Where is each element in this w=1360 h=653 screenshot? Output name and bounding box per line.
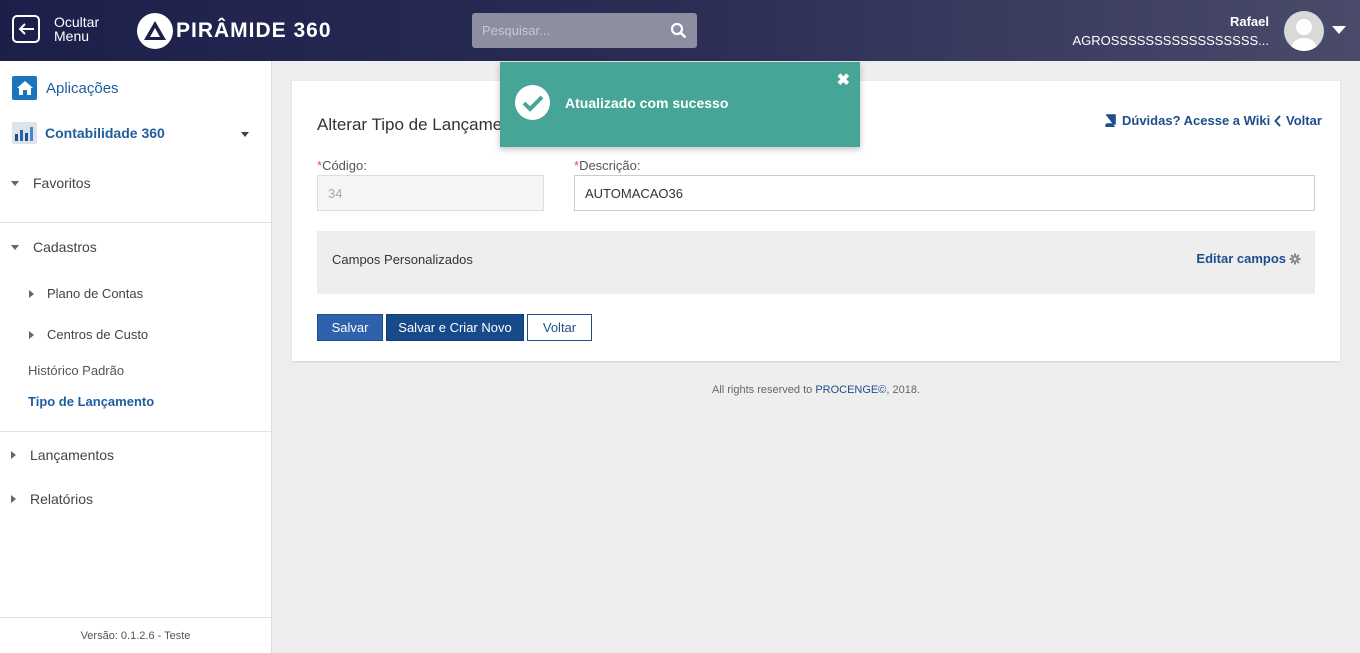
toast-message: Atualizado com sucesso <box>565 95 729 111</box>
version-label: Versão: 0.1.2.6 - Teste <box>0 617 271 653</box>
hide-menu-label: Ocultar Menu <box>54 14 100 44</box>
user-info[interactable]: Rafael AGROSSSSSSSSSSSSSSSSS... <box>1072 14 1269 48</box>
check-icon <box>515 85 550 120</box>
divider <box>0 431 271 432</box>
top-bar: Ocultar Menu PIRÂMIDE 360 Rafael AGROSSS… <box>0 0 1360 61</box>
caret-right-icon <box>29 289 34 298</box>
sidebar-item-lancamentos[interactable]: Lançamentos <box>11 447 114 463</box>
code-label-text: Código: <box>322 158 367 173</box>
code-field-label: *Código: <box>317 158 367 173</box>
save-button[interactable]: Salvar <box>317 314 383 341</box>
module-selector[interactable]: Contabilidade 360 <box>12 122 257 144</box>
edit-fields-link[interactable]: Editar campos <box>1196 251 1301 266</box>
footer-text: All rights reserved to <box>711 384 816 396</box>
footer: All rights reserved to PROCENGE©, 2018. <box>292 384 1340 396</box>
caret-right-icon <box>29 330 34 339</box>
caret-down-icon <box>11 180 19 186</box>
home-icon <box>12 76 37 100</box>
hide-menu-button[interactable]: Ocultar Menu <box>12 15 114 43</box>
custom-fields-panel: Campos Personalizados Editar campos <box>317 231 1315 294</box>
user-organization: AGROSSSSSSSSSSSSSSSSS... <box>1072 33 1269 48</box>
footer-brand-link[interactable]: PROCENGE© <box>815 384 886 396</box>
sidebar-item-plano-de-contas[interactable]: Plano de Contas <box>29 286 143 301</box>
sidebar-item-label: Plano de Contas <box>47 286 144 301</box>
sidebar-item-label: Cadastros <box>33 239 97 255</box>
page-title: Alterar Tipo de Lançamento <box>317 115 526 134</box>
pyramid-logo-icon <box>137 13 173 49</box>
brand-logo[interactable]: PIRÂMIDE 360 <box>137 13 332 49</box>
avatar[interactable] <box>1284 11 1324 51</box>
search-box <box>472 13 697 48</box>
gear-icon <box>1289 253 1301 264</box>
sidebar: Aplicações Contabilidade 360 Favoritos C… <box>0 61 272 653</box>
sidebar-item-label: Relatórios <box>30 491 94 507</box>
back-link[interactable]: Voltar <box>1274 113 1322 128</box>
search-icon[interactable] <box>670 22 687 39</box>
footer-year: , 2018. <box>886 384 921 396</box>
sidebar-item-label: Centros de Custo <box>47 327 149 342</box>
caret-right-icon <box>11 451 16 459</box>
sidebar-item-relatorios[interactable]: Relatórios <box>11 491 93 507</box>
chevron-down-icon <box>241 132 249 137</box>
description-field-label: *Descrição: <box>574 158 640 173</box>
chevron-left-icon <box>1274 114 1281 127</box>
user-name: Rafael <box>1229 14 1269 29</box>
wiki-link[interactable]: Dúvidas? Acesse a Wiki <box>1104 113 1270 128</box>
brand-name: PIRÂMIDE 360 <box>176 19 332 42</box>
accounting-module-icon <box>12 122 37 144</box>
success-toast: Atualizado com sucesso ✖ <box>500 62 860 147</box>
edit-fields-label: Editar campos <box>1196 251 1286 266</box>
sidebar-item-cadastros[interactable]: Cadastros <box>11 239 97 255</box>
sidebar-item-label: Favoritos <box>33 175 91 191</box>
divider <box>0 222 271 223</box>
description-field[interactable] <box>574 175 1315 211</box>
sidebar-item-applications[interactable]: Aplicações <box>12 76 119 100</box>
collapse-menu-icon <box>12 15 40 43</box>
code-field[interactable] <box>317 175 544 211</box>
close-icon[interactable]: ✖ <box>837 70 850 90</box>
custom-fields-label: Campos Personalizados <box>332 252 473 267</box>
user-menu-chevron-down-icon[interactable] <box>1332 26 1346 34</box>
sidebar-item-centros-de-custo[interactable]: Centros de Custo <box>29 327 148 342</box>
sidebar-item-favorites[interactable]: Favoritos <box>11 175 91 191</box>
wiki-link-label: Dúvidas? Acesse a Wiki <box>1122 113 1271 128</box>
search-input[interactable] <box>472 13 662 48</box>
back-button[interactable]: Voltar <box>527 314 592 341</box>
back-link-label: Voltar <box>1286 113 1322 128</box>
caret-down-icon <box>11 244 19 250</box>
save-and-create-new-button[interactable]: Salvar e Criar Novo <box>386 314 524 341</box>
sidebar-item-historico-padrao[interactable]: Histórico Padrão <box>28 363 124 378</box>
description-label-text: Descrição: <box>579 158 641 173</box>
module-label: Contabilidade 360 <box>45 125 165 141</box>
book-icon <box>1105 114 1116 127</box>
sidebar-item-label: Aplicações <box>46 79 119 97</box>
caret-right-icon <box>11 495 16 503</box>
sidebar-item-tipo-de-lancamento[interactable]: Tipo de Lançamento <box>28 394 154 409</box>
sidebar-item-label: Lançamentos <box>30 447 115 463</box>
